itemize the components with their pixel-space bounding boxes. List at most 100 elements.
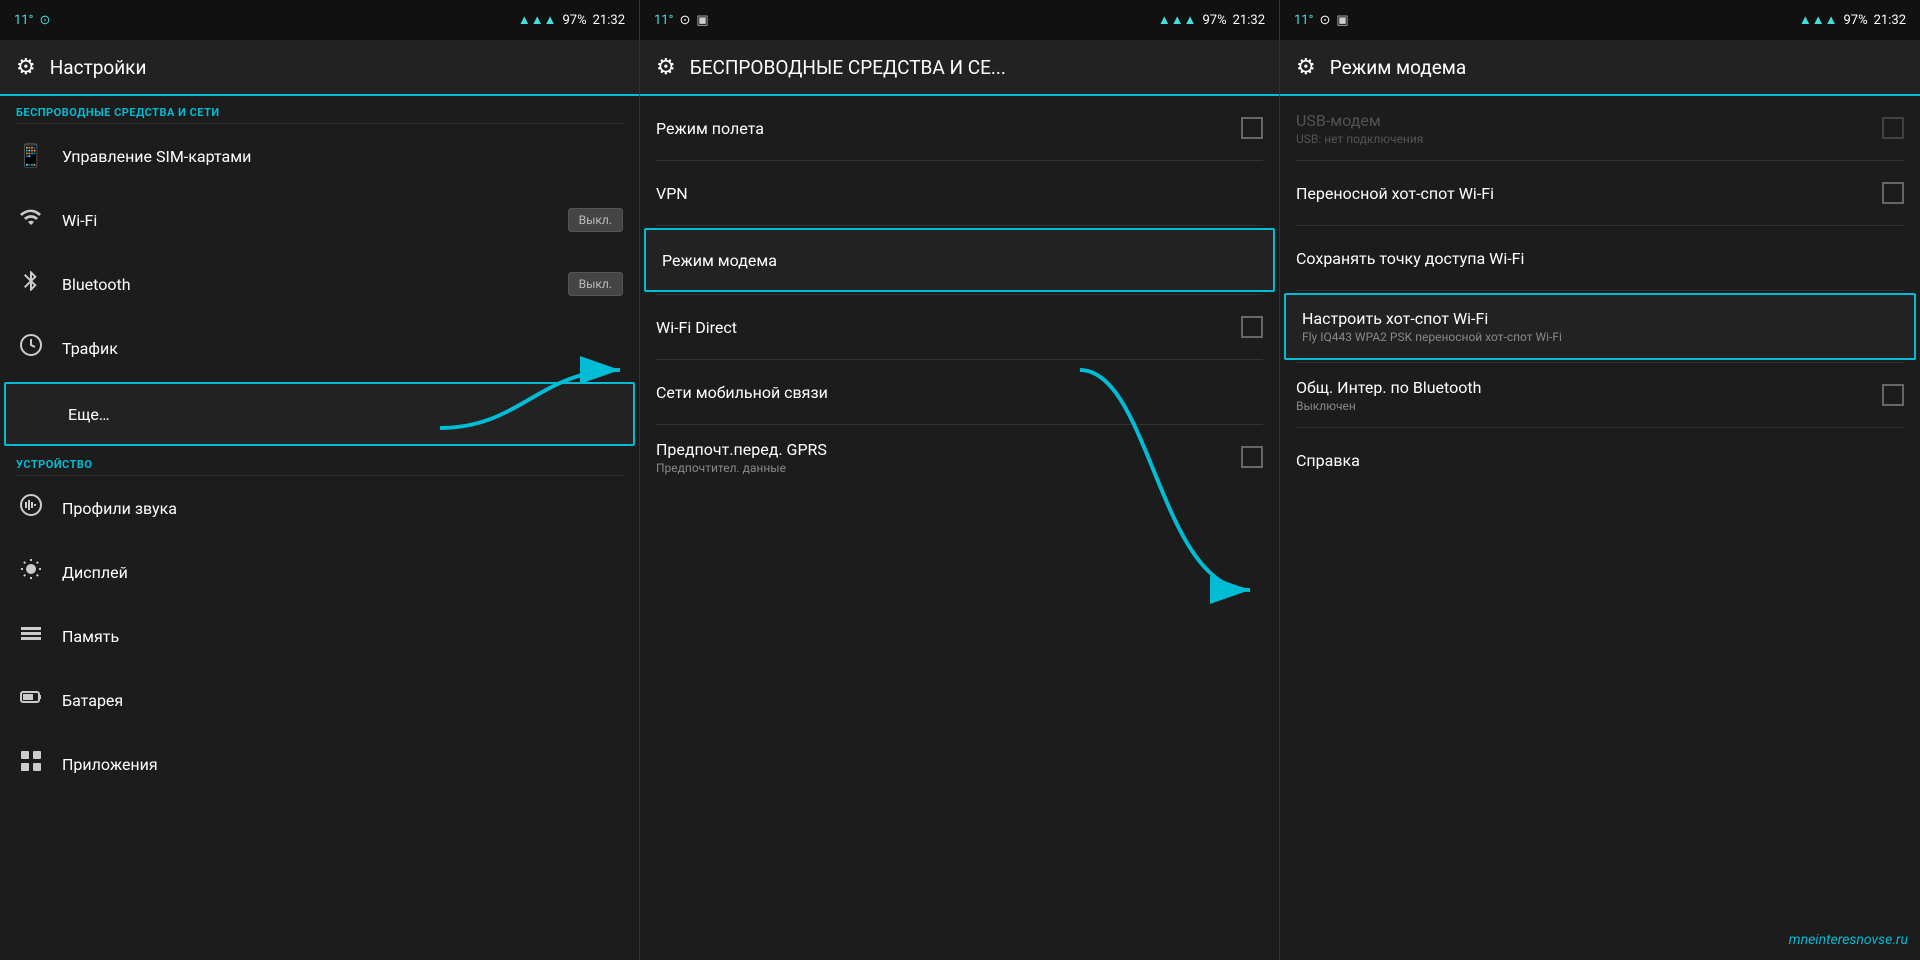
usb-text: USB-модем USB: нет подключения bbox=[1296, 111, 1866, 146]
menu-item-more[interactable]: Еще… bbox=[4, 382, 635, 446]
memory-text: Память bbox=[62, 627, 623, 646]
battery-icon bbox=[16, 685, 46, 715]
settings-gear-icon: ⚙ bbox=[16, 55, 36, 80]
bluetooth-title: Bluetooth bbox=[62, 275, 552, 294]
hotspot-checkbox[interactable] bbox=[1882, 182, 1904, 204]
menu-item-mobile-net[interactable]: Сети мобильной связи bbox=[640, 360, 1279, 424]
menu-item-save-hotspot[interactable]: Сохранять точку доступа Wi-Fi bbox=[1280, 226, 1920, 290]
hotspot-text: Переносной хот-спот Wi-Fi bbox=[1296, 184, 1866, 203]
sound-text: Профили звука bbox=[62, 499, 623, 518]
menu-item-battery[interactable]: Батарея bbox=[0, 668, 639, 732]
wifi-toggle[interactable]: Выкл. bbox=[568, 208, 623, 232]
section-label-wireless: БЕСПРОВОДНЫЕ СРЕДСТВА И СЕТИ bbox=[0, 96, 639, 123]
sound-title: Профили звука bbox=[62, 499, 623, 518]
usb-subtitle: USB: нет подключения bbox=[1296, 132, 1866, 146]
sim-title: Управление SIM-картами bbox=[62, 147, 623, 166]
camera-icon-2: ▣ bbox=[696, 13, 708, 28]
temp-icon: 11° bbox=[14, 13, 33, 28]
config-hotspot-title: Настроить хот-спот Wi-Fi bbox=[1302, 309, 1898, 328]
panel-settings: 11° ⊙ ▲▲▲ 97% 21:32 ⚙ Настройки БЕСПРОВО… bbox=[0, 0, 640, 960]
menu-item-sound[interactable]: Профили звука bbox=[0, 476, 639, 540]
bt-tether-title: Общ. Интер. по Bluetooth bbox=[1296, 378, 1866, 397]
more-title: Еще… bbox=[22, 405, 617, 424]
usb-checkbox[interactable] bbox=[1882, 117, 1904, 139]
header-bar-3: ⚙ Режим модема bbox=[1280, 40, 1920, 96]
divider-4 bbox=[656, 225, 1263, 226]
status-left-1: 11° ⊙ bbox=[14, 13, 50, 28]
usb-title: USB-модем bbox=[1296, 111, 1866, 130]
menu-item-gprs[interactable]: Предпочт.перед. GPRS Предпочтител. данны… bbox=[640, 425, 1279, 489]
display-icon bbox=[16, 557, 46, 587]
menu-item-config-hotspot[interactable]: Настроить хот-спот Wi-Fi Fly IQ443 WPA2 … bbox=[1284, 293, 1916, 360]
time-text-3: 21:32 bbox=[1874, 13, 1906, 28]
bluetooth-toggle[interactable]: Выкл. bbox=[568, 272, 623, 296]
battery-text: 97% bbox=[562, 13, 586, 28]
menu-item-apps[interactable]: Приложения bbox=[0, 732, 639, 796]
gprs-text: Предпочт.перед. GPRS Предпочтител. данны… bbox=[656, 440, 1225, 475]
page-title-2: БЕСПРОВОДНЫЕ СРЕДСТВА И СЕ... bbox=[690, 56, 1006, 79]
menu-item-hotspot[interactable]: Переносной хот-спот Wi-Fi bbox=[1280, 161, 1920, 225]
wifi-title: Wi-Fi bbox=[62, 211, 552, 230]
sim-text: Управление SIM-картами bbox=[62, 147, 623, 166]
menu-item-traffic[interactable]: Трафик bbox=[0, 316, 639, 380]
bt-tether-checkbox[interactable] bbox=[1882, 384, 1904, 406]
menu-item-wifi[interactable]: Wi-Fi Выкл. bbox=[0, 188, 639, 252]
menu-item-memory[interactable]: Память bbox=[0, 604, 639, 668]
wifi-text: Wi-Fi bbox=[62, 211, 552, 230]
status-left-2: 11° ⊙ ▣ bbox=[654, 13, 709, 28]
bluetooth-icon bbox=[16, 269, 46, 299]
time-text: 21:32 bbox=[593, 13, 625, 28]
menu-item-bluetooth[interactable]: Bluetooth Выкл. bbox=[0, 252, 639, 316]
display-text: Дисплей bbox=[62, 563, 623, 582]
battery-text-3: 97% bbox=[1843, 13, 1867, 28]
display-title: Дисплей bbox=[62, 563, 623, 582]
wireless-content: Режим полета VPN Режим модема Wi-Fi Dire… bbox=[640, 96, 1279, 960]
config-hotspot-text: Настроить хот-спот Wi-Fi Fly IQ443 WPA2 … bbox=[1302, 309, 1898, 344]
circle-icon-2: ⊙ bbox=[679, 13, 690, 28]
menu-item-modem[interactable]: Режим модема bbox=[644, 228, 1275, 292]
menu-item-usb[interactable]: USB-модем USB: нет подключения bbox=[1280, 96, 1920, 160]
gprs-checkbox[interactable] bbox=[1241, 446, 1263, 468]
airplane-checkbox[interactable] bbox=[1241, 117, 1263, 139]
time-text-2: 21:32 bbox=[1233, 13, 1265, 28]
mobile-net-text: Сети мобильной связи bbox=[656, 383, 1263, 402]
menu-item-wifidirect[interactable]: Wi-Fi Direct bbox=[640, 295, 1279, 359]
menu-item-vpn[interactable]: VPN bbox=[640, 161, 1279, 225]
save-hotspot-title: Сохранять точку доступа Wi-Fi bbox=[1296, 249, 1904, 268]
status-bar-3: 11° ⊙ ▣ ▲▲▲ 97% 21:32 bbox=[1280, 0, 1920, 40]
circle-icon-3: ⊙ bbox=[1319, 13, 1330, 28]
battery-text-item: Батарея bbox=[62, 691, 623, 710]
status-bar-2: 11° ⊙ ▣ ▲▲▲ 97% 21:32 bbox=[640, 0, 1279, 40]
airplane-title: Режим полета bbox=[656, 119, 1225, 138]
airplane-text: Режим полета bbox=[656, 119, 1225, 138]
apps-icon bbox=[16, 749, 46, 779]
status-left-3: 11° ⊙ ▣ bbox=[1294, 13, 1349, 28]
save-hotspot-text: Сохранять точку доступа Wi-Fi bbox=[1296, 249, 1904, 268]
wifidirect-checkbox[interactable] bbox=[1241, 316, 1263, 338]
hotspot-title: Переносной хот-спот Wi-Fi bbox=[1296, 184, 1866, 203]
menu-item-sim[interactable]: 📱 Управление SIM-картами bbox=[0, 124, 639, 188]
wifidirect-text: Wi-Fi Direct bbox=[656, 318, 1225, 337]
wifi-icon bbox=[16, 205, 46, 235]
menu-item-help[interactable]: Справка bbox=[1280, 428, 1920, 492]
menu-item-airplane[interactable]: Режим полета bbox=[640, 96, 1279, 160]
gprs-title: Предпочт.перед. GPRS bbox=[656, 440, 1225, 459]
status-right-3: ▲▲▲ 97% 21:32 bbox=[1799, 12, 1906, 28]
status-right-1: ▲▲▲ 97% 21:32 bbox=[518, 12, 625, 28]
battery-title: Батарея bbox=[62, 691, 623, 710]
more-text: Еще… bbox=[22, 405, 617, 424]
help-text: Справка bbox=[1296, 451, 1904, 470]
section-label-device: УСТРОЙСТВО bbox=[0, 448, 639, 475]
menu-item-display[interactable]: Дисплей bbox=[0, 540, 639, 604]
divider-10 bbox=[1296, 290, 1904, 291]
memory-title: Память bbox=[62, 627, 623, 646]
menu-item-bt-tether[interactable]: Общ. Интер. по Bluetooth Выключен bbox=[1280, 363, 1920, 427]
header-bar-1: ⚙ Настройки bbox=[0, 40, 639, 96]
apps-title: Приложения bbox=[62, 755, 623, 774]
settings-content: БЕСПРОВОДНЫЕ СРЕДСТВА И СЕТИ 📱 Управлени… bbox=[0, 96, 639, 960]
config-hotspot-subtitle: Fly IQ443 WPA2 PSK переносной хот-спот W… bbox=[1302, 330, 1898, 344]
signal-icon: ▲▲▲ bbox=[518, 12, 557, 28]
wifidirect-title: Wi-Fi Direct bbox=[656, 318, 1225, 337]
settings-gear-icon-2: ⚙ bbox=[656, 55, 676, 80]
apps-text: Приложения bbox=[62, 755, 623, 774]
